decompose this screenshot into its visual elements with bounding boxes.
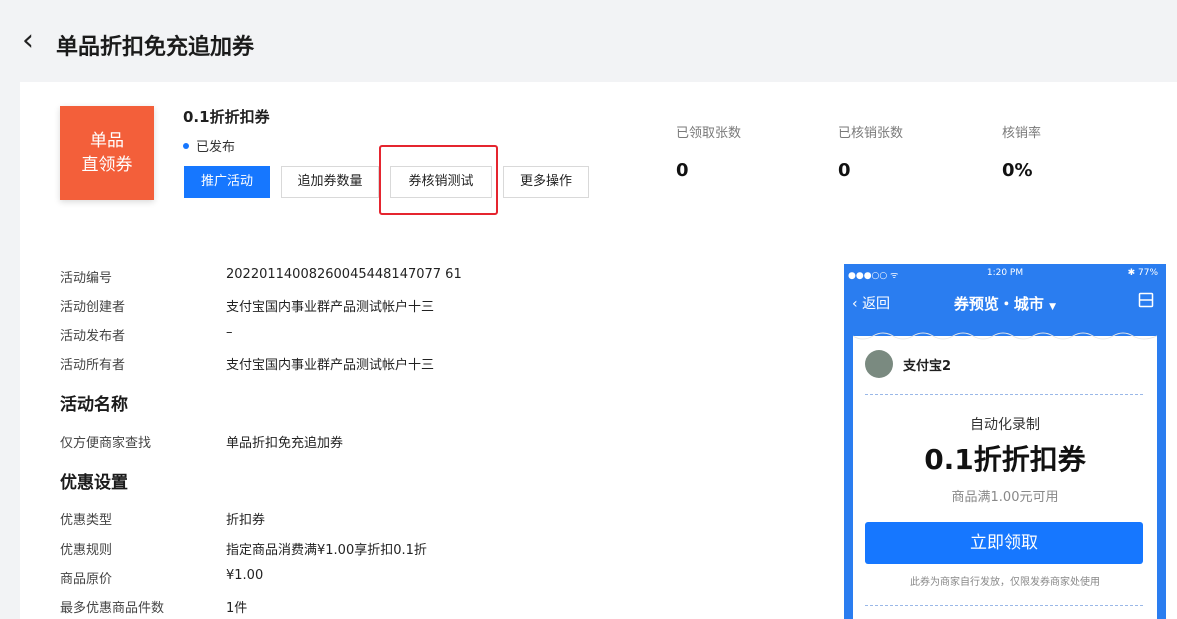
mobile-preview: ●●●○○ ᯤ 1:20 PM ✱ 77% ‹ 返回 券预览・城市 ▼ 支付宝2…: [844, 264, 1166, 619]
coupon-name: 0.1折折扣券: [183, 108, 270, 126]
detail-label: 仅方便商家查找: [60, 436, 152, 451]
page-title: 单品折扣免充追加券: [56, 35, 255, 60]
coupon-type-badge: 单品 直领券: [60, 106, 154, 200]
chevron-down-icon: ▼: [1049, 302, 1057, 312]
detail-label: 优惠类型: [60, 513, 113, 528]
status-text: 已发布: [196, 140, 236, 155]
detail-label: 最多优惠商品件数: [60, 601, 165, 616]
detail-value: 单品折扣免充追加券: [226, 436, 344, 451]
detail-value: 支付宝国内事业群产品测试帐户十三: [226, 358, 435, 373]
stat-label-verified: 已核销张数: [838, 126, 904, 141]
phone-nav-bar: ‹ 返回 券预览・城市 ▼: [844, 284, 1166, 320]
add-quantity-button[interactable]: 追加券数量: [281, 166, 379, 198]
highlight-box: [379, 145, 498, 215]
status-badge: 已发布: [183, 136, 235, 155]
detail-label: 活动编号: [60, 271, 113, 286]
detail-value: 1件: [226, 601, 248, 616]
badge-line-1: 单品: [90, 131, 124, 151]
detail-value: 指定商品消费满¥1.00享折扣0.1折: [226, 543, 427, 558]
section-title-activity-name: 活动名称: [60, 395, 128, 415]
merchant-name: 支付宝2: [903, 359, 952, 374]
avatar: [865, 350, 893, 378]
detail-label: 活动所有者: [60, 358, 126, 373]
page-header: ‹ 单品折扣免充追加券: [0, 0, 1177, 82]
detail-label: 活动发布者: [60, 329, 126, 344]
phone-nav-title[interactable]: 券预览・城市 ▼: [844, 293, 1166, 314]
stat-value-received: 0: [676, 160, 689, 181]
more-actions-button[interactable]: 更多操作: [503, 166, 589, 198]
battery-icon: ✱ 77%: [1127, 268, 1158, 278]
stat-value-verified: 0: [838, 160, 851, 181]
divider: [865, 605, 1143, 606]
claim-button[interactable]: 立即领取: [865, 522, 1143, 564]
phone-coupon-card: 支付宝2 自动化录制 0.1折折扣券 商品满1.00元可用 立即领取 此券为商家…: [853, 332, 1157, 619]
coupon-condition: 商品满1.00元可用: [951, 490, 1059, 505]
phone-status-bar: ●●●○○ ᯤ 1:20 PM ✱ 77%: [844, 264, 1166, 284]
coupon-note: 此券为商家自行发放，仅限发券商家处使用: [910, 577, 1100, 588]
detail-value: –: [226, 325, 233, 340]
coupon-subtitle: 自动化录制: [970, 417, 1040, 433]
divider: [865, 394, 1143, 395]
chevron-left-icon[interactable]: ‹: [22, 26, 34, 56]
detail-value: 折扣券: [226, 513, 266, 528]
section-title-discount: 优惠设置: [60, 473, 128, 493]
stat-value-rate: 0%: [1002, 160, 1033, 181]
stat-label-rate: 核销率: [1002, 126, 1042, 141]
coupon-title: 0.1折折扣券: [924, 443, 1086, 476]
phone-nav-title-text: 券预览・城市: [953, 295, 1044, 313]
status-dot-icon: [183, 142, 189, 149]
card-scallop-edge: [853, 332, 1157, 340]
detail-label: 商品原价: [60, 572, 113, 587]
menu-icon[interactable]: [1138, 292, 1154, 312]
detail-label: 活动创建者: [60, 300, 126, 315]
detail-value: ¥1.00: [226, 568, 264, 583]
badge-line-2: 直领券: [81, 155, 133, 175]
detail-value: 20220114008260045448147077 61: [226, 267, 462, 282]
phone-time: 1:20 PM: [986, 268, 1024, 278]
detail-label: 优惠规则: [60, 543, 113, 558]
promote-button[interactable]: 推广活动: [184, 166, 270, 198]
stat-label-received: 已领取张数: [676, 126, 742, 141]
detail-value: 支付宝国内事业群产品测试帐户十三: [226, 300, 435, 315]
